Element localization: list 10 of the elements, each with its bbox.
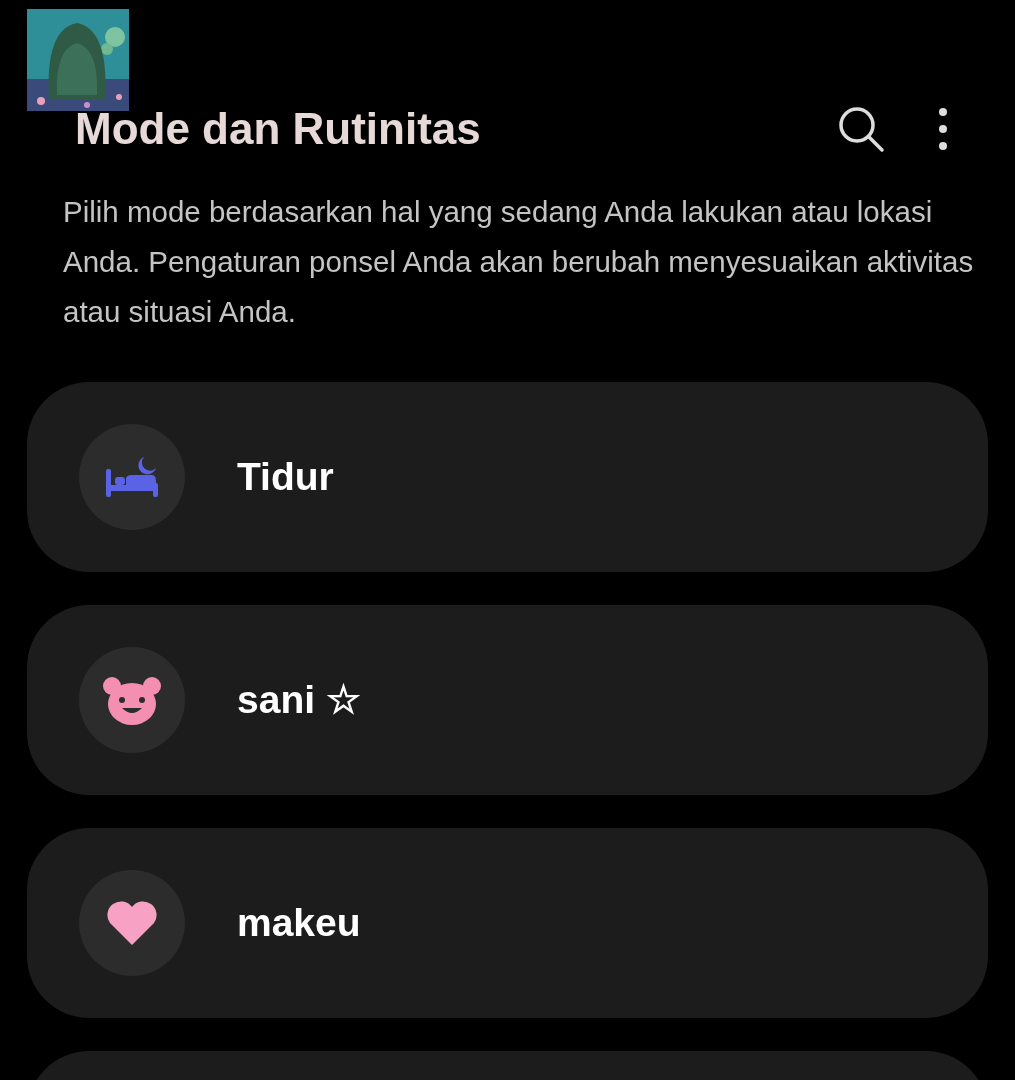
more-options-icon[interactable] (938, 107, 948, 151)
mode-label: sani ☆ (237, 676, 361, 723)
mode-card[interactable]: sani ☆ (27, 605, 988, 795)
mode-card[interactable]: Tidur (27, 382, 988, 572)
mode-label: makeu (237, 899, 361, 946)
description-text: Pilih mode berdasarkan hal yang sedang Anda lakukan atau lokasi Anda. Pengaturan ponsel Anda akan berubah menyesuaikan aktivitas atau situasi Anda. (63, 194, 975, 330)
page-title: Mode dan Rutinitas (75, 107, 481, 151)
mode-card[interactable]: makeu (27, 828, 988, 1018)
mode-label: Tidur (237, 453, 334, 500)
search-icon[interactable] (836, 104, 886, 154)
